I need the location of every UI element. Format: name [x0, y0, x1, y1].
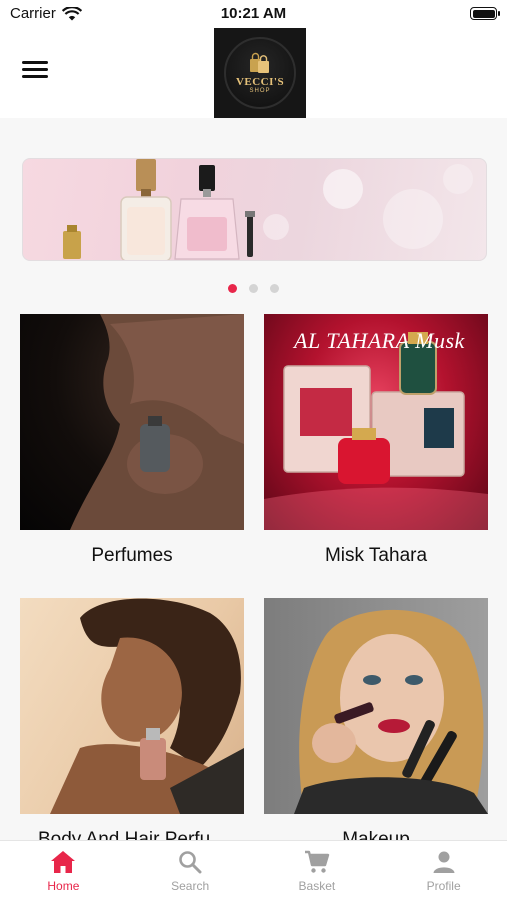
carousel-dot[interactable]: [228, 284, 237, 293]
makeup-model-illustration: [294, 609, 488, 814]
category-body-hair-image[interactable]: [20, 598, 244, 814]
tab-basket[interactable]: Basket: [254, 841, 381, 900]
logo-subtitle: SHOP: [249, 88, 271, 94]
person-icon: [433, 851, 455, 873]
category-makeup-image[interactable]: [264, 598, 488, 814]
home-icon: [51, 851, 76, 873]
tab-profile[interactable]: Profile: [380, 841, 507, 900]
tab-label: Profile: [426, 879, 461, 893]
shop-logo[interactable]: VECCI'S SHOP: [214, 28, 306, 118]
body-perfume-model-illustration: [50, 598, 244, 814]
promo-banner[interactable]: [22, 158, 487, 261]
category-label[interactable]: Misk Tahara: [264, 545, 488, 567]
tab-search[interactable]: Search: [127, 841, 254, 900]
logo-name: VECCI'S: [235, 76, 285, 88]
tab-label: Basket: [298, 879, 336, 893]
carousel-dot[interactable]: [249, 284, 258, 293]
logo-emblem: VECCI'S SHOP: [224, 37, 296, 109]
cart-icon: [304, 850, 330, 873]
menu-button[interactable]: [22, 61, 48, 83]
perfume-model-illustration: [70, 314, 244, 530]
battery-icon: [470, 7, 500, 20]
perfume-bottles-image: [63, 159, 255, 260]
carousel-indicators: [0, 284, 507, 293]
category-misk-tahara-image[interactable]: AL TAHARA Musk: [264, 314, 488, 530]
musk-brand-text: AL TAHARA Musk: [294, 328, 465, 353]
app-header: VECCI'S SHOP: [0, 28, 507, 118]
bottom-tab-bar: Home Search Basket Profile: [0, 840, 507, 900]
category-perfumes-image[interactable]: [20, 314, 244, 530]
status-bar: Carrier 10:21 AM: [0, 0, 507, 28]
shopping-bag-icon: [250, 52, 269, 73]
status-time: 10:21 AM: [220, 5, 287, 22]
carousel-dot[interactable]: [270, 284, 279, 293]
tab-label: Search: [171, 879, 210, 893]
tab-home[interactable]: Home: [0, 841, 127, 900]
search-icon: [179, 851, 202, 874]
category-label[interactable]: Perfumes: [20, 545, 244, 567]
tab-label: Home: [47, 879, 80, 893]
